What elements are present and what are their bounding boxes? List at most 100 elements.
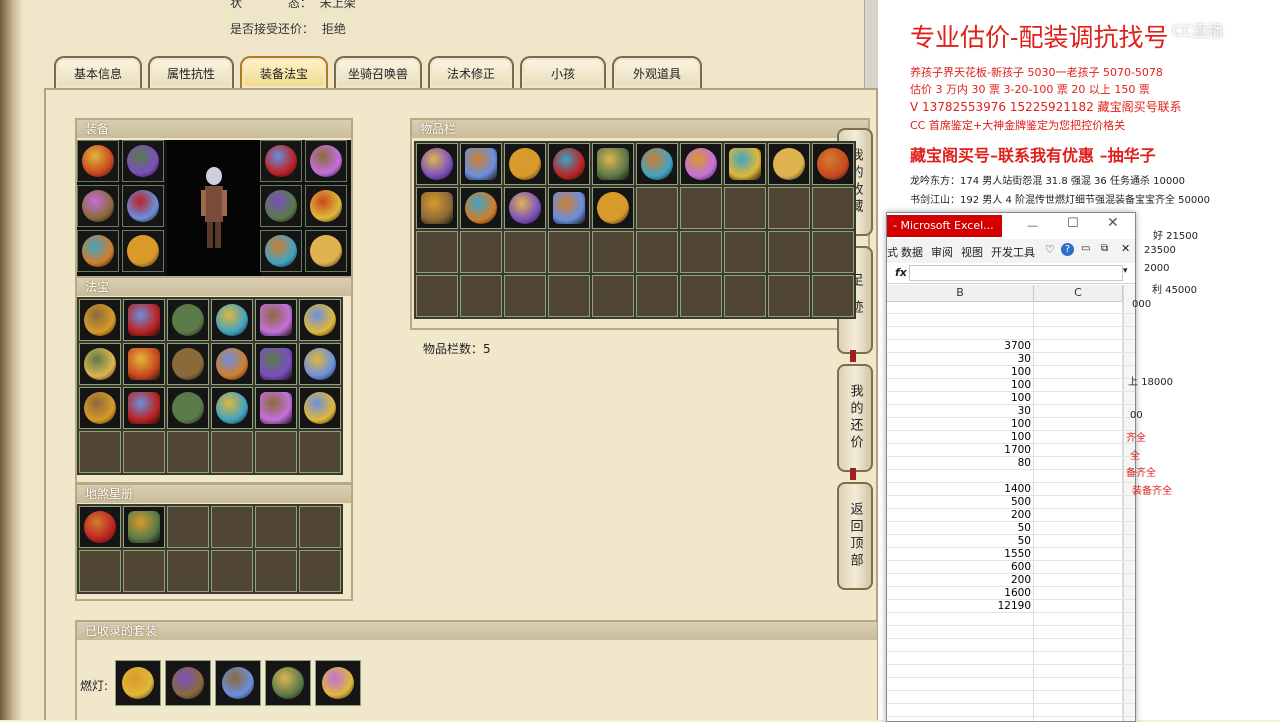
help-icon[interactable]: ? bbox=[1061, 243, 1074, 256]
excel-cell[interactable] bbox=[887, 314, 1031, 327]
equipment-slot[interactable] bbox=[260, 185, 302, 227]
equipment-slot[interactable] bbox=[305, 140, 347, 182]
ribbon-tab-review[interactable]: 审阅 bbox=[931, 244, 953, 260]
heart-icon[interactable]: ♡ bbox=[1045, 243, 1055, 256]
item-slot[interactable] bbox=[167, 387, 209, 429]
set-piece-slot[interactable] bbox=[165, 660, 211, 706]
item-slot[interactable] bbox=[123, 299, 165, 341]
item-slot[interactable] bbox=[636, 187, 678, 229]
ribbon-tab-developer[interactable]: 开发工具 bbox=[991, 244, 1035, 260]
ribbon-close-icon[interactable]: ✕ bbox=[1121, 242, 1130, 255]
item-slot[interactable] bbox=[167, 299, 209, 341]
item-slot[interactable] bbox=[636, 275, 678, 317]
item-slot[interactable] bbox=[79, 387, 121, 429]
item-slot[interactable] bbox=[299, 431, 341, 473]
item-slot[interactable] bbox=[299, 299, 341, 341]
item-slot[interactable] bbox=[299, 550, 341, 592]
item-slot[interactable] bbox=[123, 550, 165, 592]
tab-equipment-treasure[interactable]: 装备法宝 bbox=[240, 56, 328, 88]
excel-cell[interactable]: 600 bbox=[887, 561, 1031, 574]
item-slot[interactable] bbox=[592, 143, 634, 185]
excel-cell[interactable]: 80 bbox=[887, 457, 1031, 470]
tab-mounts-pets[interactable]: 坐骑召唤兽 bbox=[334, 56, 422, 88]
item-slot[interactable] bbox=[255, 343, 297, 385]
item-slot[interactable] bbox=[592, 275, 634, 317]
item-slot[interactable] bbox=[812, 275, 854, 317]
item-slot[interactable] bbox=[504, 275, 546, 317]
equipment-slot[interactable] bbox=[77, 230, 119, 272]
item-slot[interactable] bbox=[123, 431, 165, 473]
excel-cell[interactable] bbox=[887, 470, 1031, 483]
item-slot[interactable] bbox=[211, 387, 253, 429]
excel-cell[interactable]: 50 bbox=[887, 522, 1031, 535]
item-slot[interactable] bbox=[460, 187, 502, 229]
item-slot[interactable] bbox=[724, 143, 766, 185]
set-piece-slot[interactable] bbox=[215, 660, 261, 706]
item-slot[interactable] bbox=[504, 143, 546, 185]
item-slot[interactable] bbox=[592, 187, 634, 229]
item-slot[interactable] bbox=[460, 275, 502, 317]
chevron-down-icon[interactable]: ▾ bbox=[1123, 266, 1128, 276]
item-slot[interactable] bbox=[768, 143, 810, 185]
item-slot[interactable] bbox=[768, 231, 810, 273]
back-to-top-button[interactable]: 返回顶部 bbox=[837, 482, 873, 590]
item-slot[interactable] bbox=[211, 550, 253, 592]
item-slot[interactable] bbox=[416, 143, 458, 185]
item-slot[interactable] bbox=[460, 143, 502, 185]
item-slot[interactable] bbox=[167, 431, 209, 473]
item-slot[interactable] bbox=[460, 231, 502, 273]
item-slot[interactable] bbox=[812, 231, 854, 273]
maximize-icon[interactable]: ☐ bbox=[1067, 216, 1079, 231]
item-slot[interactable] bbox=[167, 506, 209, 548]
tab-appearance[interactable]: 外观道具 bbox=[612, 56, 702, 88]
item-slot[interactable] bbox=[548, 231, 590, 273]
tab-attributes[interactable]: 属性抗性 bbox=[148, 56, 234, 88]
close-icon[interactable]: ✕ bbox=[1107, 215, 1119, 231]
excel-cell[interactable]: 50 bbox=[887, 535, 1031, 548]
excel-cell[interactable]: 100 bbox=[887, 431, 1031, 444]
tab-basic-info[interactable]: 基本信息 bbox=[54, 56, 142, 88]
excel-cell[interactable]: 12190 bbox=[887, 600, 1031, 613]
item-slot[interactable] bbox=[548, 187, 590, 229]
equipment-slot[interactable] bbox=[305, 230, 347, 272]
item-slot[interactable] bbox=[680, 275, 722, 317]
set-piece-slot[interactable] bbox=[315, 660, 361, 706]
column-header-b[interactable]: B bbox=[887, 285, 1034, 302]
equipment-slot[interactable] bbox=[260, 140, 302, 182]
excel-cell[interactable] bbox=[887, 327, 1031, 340]
ribbon-tab-data[interactable]: 数据 bbox=[901, 244, 923, 260]
item-slot[interactable] bbox=[680, 187, 722, 229]
item-slot[interactable] bbox=[255, 431, 297, 473]
item-slot[interactable] bbox=[680, 231, 722, 273]
ribbon-minimize-icon[interactable]: ▭ bbox=[1081, 243, 1090, 254]
ribbon-tab-format[interactable]: 式 bbox=[887, 244, 898, 260]
item-slot[interactable] bbox=[724, 231, 766, 273]
excel-cell[interactable]: 100 bbox=[887, 366, 1031, 379]
excel-cell[interactable]: 200 bbox=[887, 574, 1031, 587]
item-slot[interactable] bbox=[255, 299, 297, 341]
excel-cell[interactable]: 3700 bbox=[887, 340, 1031, 353]
excel-cell[interactable]: 1400 bbox=[887, 483, 1031, 496]
item-slot[interactable] bbox=[636, 143, 678, 185]
item-slot[interactable] bbox=[255, 387, 297, 429]
ribbon-restore-icon[interactable]: ⧉ bbox=[1101, 243, 1108, 254]
set-piece-slot[interactable] bbox=[265, 660, 311, 706]
item-slot[interactable] bbox=[79, 343, 121, 385]
excel-cell[interactable]: 100 bbox=[887, 379, 1031, 392]
tab-spell-mods[interactable]: 法术修正 bbox=[428, 56, 514, 88]
item-slot[interactable] bbox=[724, 275, 766, 317]
item-slot[interactable] bbox=[812, 187, 854, 229]
item-slot[interactable] bbox=[255, 550, 297, 592]
item-slot[interactable] bbox=[812, 143, 854, 185]
equipment-slot[interactable] bbox=[122, 185, 164, 227]
excel-cell[interactable]: 30 bbox=[887, 353, 1031, 366]
excel-cell[interactable]: 30 bbox=[887, 405, 1031, 418]
column-header-c[interactable]: C bbox=[1034, 285, 1123, 302]
excel-vertical-scrollbar[interactable] bbox=[1123, 285, 1135, 721]
item-slot[interactable] bbox=[504, 187, 546, 229]
item-slot[interactable] bbox=[167, 550, 209, 592]
item-slot[interactable] bbox=[211, 506, 253, 548]
item-slot[interactable] bbox=[416, 275, 458, 317]
excel-cell[interactable] bbox=[887, 301, 1031, 314]
item-slot[interactable] bbox=[79, 550, 121, 592]
